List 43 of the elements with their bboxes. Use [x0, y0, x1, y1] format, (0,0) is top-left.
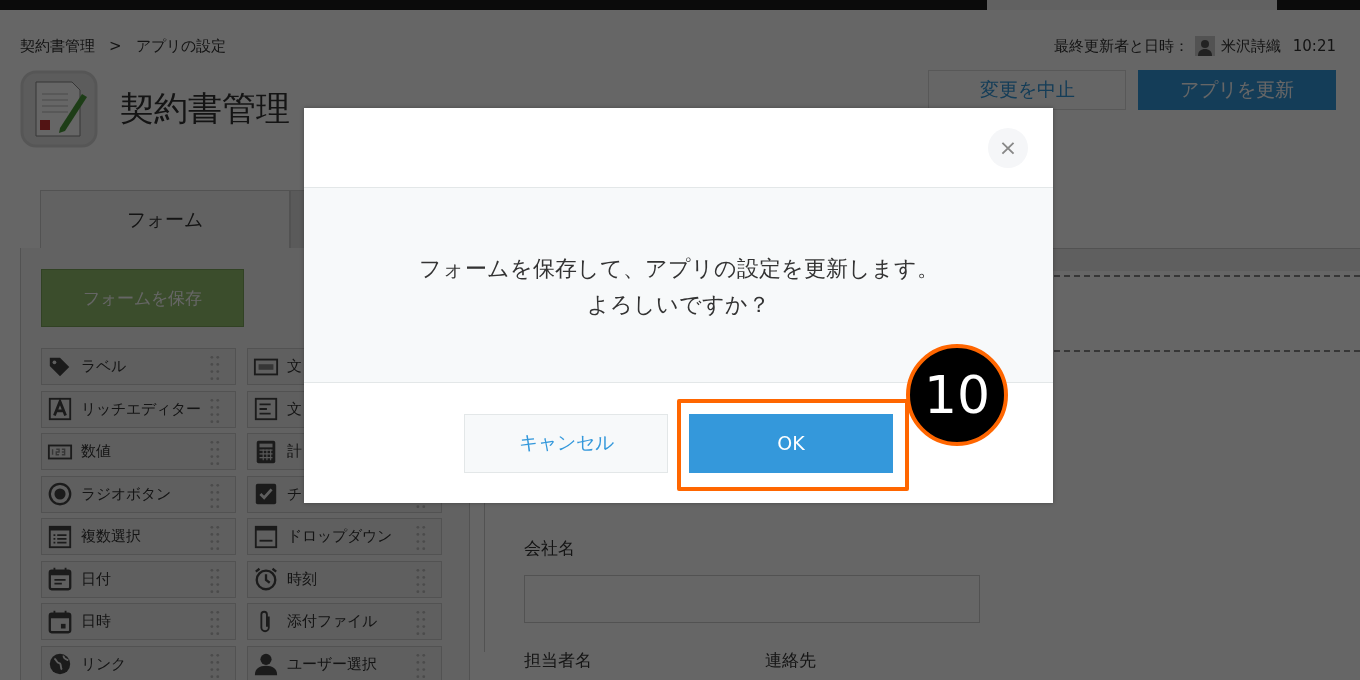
update-app-button[interactable]: アプリを更新	[1138, 70, 1336, 110]
field-label: 連絡先	[765, 649, 817, 672]
avatar-icon	[1194, 36, 1215, 56]
field-type-item[interactable]: ドロップダウン	[247, 518, 442, 555]
calendar-icon	[47, 566, 73, 592]
last-updated-label: 最終更新者と日時：	[1053, 36, 1189, 56]
app-title: 契約書管理	[120, 87, 290, 130]
user-name[interactable]: 米沢詩織	[1220, 36, 1281, 56]
calendar-icon	[47, 608, 73, 635]
list-icon	[47, 523, 73, 550]
field-type-item[interactable]: ラベル	[41, 348, 236, 385]
field-type-item[interactable]: ユーザー選択	[247, 645, 442, 680]
confirm-message: よろしいですか？	[587, 291, 770, 319]
field-type-item[interactable]: 数値	[41, 433, 236, 470]
dropdown-icon	[253, 523, 279, 550]
user-icon	[253, 651, 279, 677]
breadcrumb-link[interactable]: 契約書管理	[20, 36, 95, 56]
field-type-item[interactable]: 時刻	[247, 560, 442, 598]
breadcrumb-separator: >	[109, 36, 122, 56]
field-type-item[interactable]: 複数選択	[41, 518, 236, 555]
cancel-changes-button[interactable]: 変更を中止	[928, 70, 1126, 110]
breadcrumb-link[interactable]: アプリの設定	[135, 36, 226, 56]
confirm-message: フォームを保存して、アプリの設定を更新します。	[418, 255, 939, 283]
globe-icon	[47, 651, 73, 677]
text-area-icon	[253, 396, 279, 422]
clock-icon	[253, 566, 279, 592]
field-type-item[interactable]: リッチエディター	[41, 390, 236, 428]
form-tab[interactable]: フォーム	[40, 190, 290, 248]
field-label: 担当者名	[524, 649, 593, 672]
field-type-item[interactable]: 添付ファイル	[247, 603, 442, 640]
checkbox-icon	[253, 481, 279, 507]
field-type-item[interactable]: 日付	[41, 560, 236, 598]
update-time: 10:21	[1292, 37, 1336, 55]
field-type-item[interactable]: リンク	[41, 645, 236, 680]
radio-icon	[47, 481, 73, 507]
field-label: 会社名	[524, 537, 576, 560]
field-type-item[interactable]: 日時	[41, 603, 236, 640]
close-button[interactable]: ×	[988, 127, 1028, 168]
ok-button[interactable]: OK	[689, 413, 893, 473]
field-type-item[interactable]: ラジオボタン	[41, 475, 236, 513]
cancel-button[interactable]: キャンセル	[464, 413, 668, 473]
rich-text-icon	[47, 396, 73, 422]
contract-app-icon	[20, 70, 98, 148]
